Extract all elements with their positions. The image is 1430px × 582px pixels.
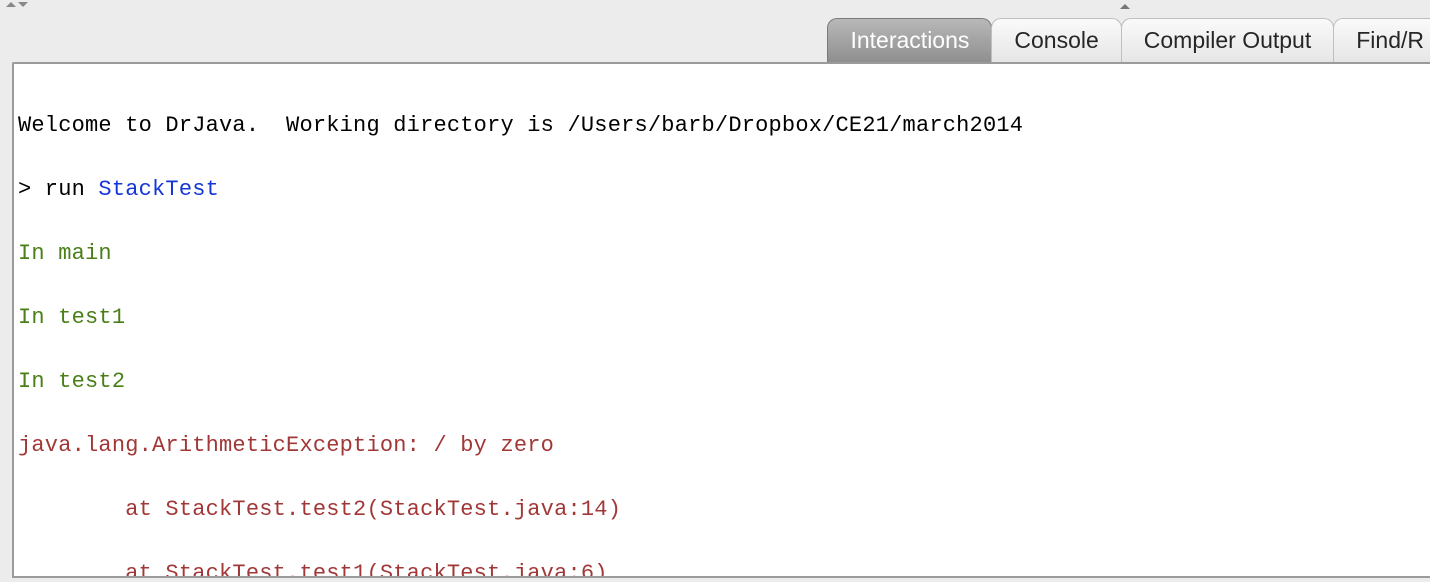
tab-interactions[interactable]: Interactions: [827, 18, 992, 62]
window-root: { "toolbar": { "expand_collapse_icon": "…: [0, 0, 1430, 582]
tab-compiler-output[interactable]: Compiler Output: [1121, 18, 1334, 62]
interactions-terminal[interactable]: Welcome to DrJava. Working directory is …: [14, 64, 1430, 578]
chevron-up-icon[interactable]: [1120, 4, 1130, 9]
triangle-up-icon: [6, 2, 16, 7]
tab-label: Find/R: [1356, 27, 1424, 54]
tab-label: Compiler Output: [1144, 27, 1311, 54]
tab-find-replace[interactable]: Find/R: [1333, 18, 1430, 62]
run-argument: StackTest: [98, 177, 219, 202]
stdout-line: In test1: [18, 302, 1422, 334]
tabbar: Interactions Console Compiler Output Fin…: [0, 18, 1430, 62]
stdout-line: In main: [18, 238, 1422, 270]
tab-label: Console: [1014, 27, 1098, 54]
stack-frame: at StackTest.test1(StackTest.java:6): [18, 558, 1422, 578]
stdout-line: In test2: [18, 366, 1422, 398]
expand-collapse-icon[interactable]: [6, 2, 28, 7]
run-command-line: > run StackTest: [18, 174, 1422, 206]
stack-frame: at StackTest.test2(StackTest.java:14): [18, 494, 1422, 526]
tab-label: Interactions: [850, 27, 969, 54]
top-toolbar: [0, 0, 1430, 18]
welcome-line: Welcome to DrJava. Working directory is …: [18, 110, 1422, 142]
exception-header: java.lang.ArithmeticException: / by zero: [18, 430, 1422, 462]
tab-row: Interactions Console Compiler Output Fin…: [828, 18, 1430, 62]
interactions-panel: Welcome to DrJava. Working directory is …: [12, 62, 1430, 578]
triangle-down-icon: [18, 2, 28, 7]
prompt-text: > run: [18, 177, 98, 202]
tab-console[interactable]: Console: [991, 18, 1121, 62]
